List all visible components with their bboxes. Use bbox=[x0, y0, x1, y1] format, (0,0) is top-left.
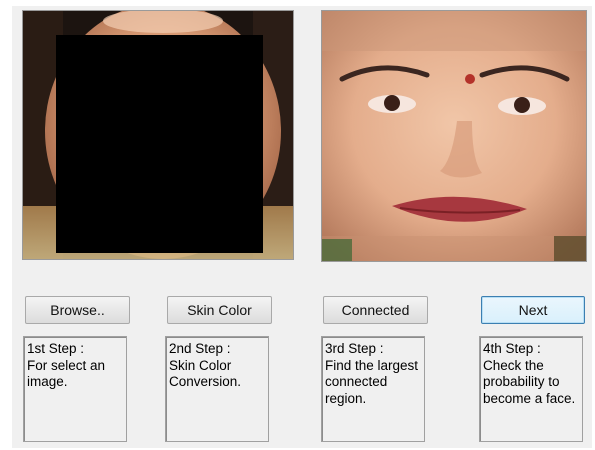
step-2-description[interactable]: 2nd Step : Skin Color Conversion. bbox=[165, 336, 269, 442]
output-face-image bbox=[322, 11, 586, 261]
face-detection-window: Browse.. Skin Color Connected Next 1st S… bbox=[12, 6, 592, 448]
skin-color-button[interactable]: Skin Color bbox=[167, 296, 272, 324]
input-image bbox=[23, 11, 293, 259]
next-button[interactable]: Next bbox=[481, 296, 585, 324]
output-image-box bbox=[321, 10, 587, 262]
step-3-description[interactable]: 3rd Step : Find the largest connected re… bbox=[321, 336, 425, 442]
step-1-description[interactable]: 1st Step : For select an image. bbox=[23, 336, 127, 442]
step-4-description[interactable]: 4th Step : Check the probability to beco… bbox=[479, 336, 583, 442]
redaction-box bbox=[56, 35, 263, 253]
connected-button[interactable]: Connected bbox=[323, 296, 428, 324]
input-image-box bbox=[22, 10, 294, 260]
browse-button[interactable]: Browse.. bbox=[25, 296, 130, 324]
